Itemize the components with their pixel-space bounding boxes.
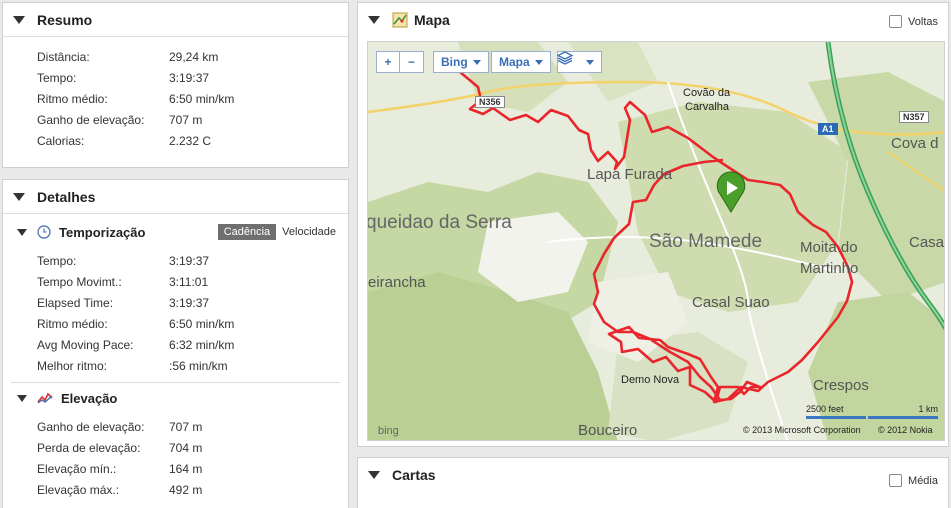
temporizacao-rows: Tempo: 3:19:37 Tempo Movimt.: 3:11:01 Elap… (3, 247, 348, 376)
collapse-triangle-icon[interactable] (13, 192, 25, 201)
temporizacao-title: Temporização (59, 224, 146, 240)
place-casa: Casa (909, 234, 945, 251)
stat-row: Ritmo médio: 6:50 min/km (37, 316, 235, 331)
layers-dropdown[interactable] (557, 51, 602, 73)
resumo-rows: Distância: 29,24 km Tempo: 3:19:37 Ritmo m… (3, 37, 348, 151)
map-type-label: Mapa (499, 55, 530, 69)
place-bouceiro: Bouceiro (578, 422, 638, 439)
elevation-chart-icon (37, 391, 53, 405)
map-type-dropdown[interactable]: Mapa (491, 51, 551, 73)
resumo-header[interactable]: Resumo (3, 3, 348, 37)
elevacao-rows: Ganho de elevação: 707 m Perda de elevaçã… (3, 413, 348, 500)
cartas-panel: Cartas Média (357, 457, 949, 508)
temporizacao-header[interactable]: Temporização Cadência Velocidade (3, 217, 348, 247)
stat-row: Tempo: 3:19:37 (37, 70, 210, 85)
cartas-title: Cartas (392, 467, 436, 483)
elevacao-title: Elevação (61, 390, 118, 406)
place-martinho: Martinho (800, 260, 859, 277)
media-label: Média (908, 474, 938, 487)
stat-row: Avg Moving Pace: 6:32 min/km (37, 337, 235, 352)
mapa-header[interactable]: Mapa Voltas (358, 3, 948, 37)
zoom-out-button[interactable]: − (400, 51, 424, 73)
detalhes-panel: Detalhes Temporização Cadência Velocidad… (2, 179, 349, 508)
collapse-triangle-icon[interactable] (17, 394, 27, 402)
cartas-header[interactable]: Cartas Média (358, 458, 948, 492)
bing-provider-dropdown[interactable]: Bing (433, 51, 489, 73)
resumo-panel: Resumo Distância: 29,24 km Tempo: 3:19:37 … (2, 2, 349, 168)
stat-row: Elapsed Time: 3:19:37 (37, 295, 210, 310)
collapse-triangle-icon[interactable] (17, 228, 27, 236)
collapse-triangle-icon[interactable] (13, 15, 25, 24)
stat-row: Perda de elevação: 704 m (37, 440, 203, 455)
road-label-a1: A1 (818, 123, 838, 135)
stat-row: Tempo Movimt.: 3:11:01 (37, 274, 209, 289)
scale-bar (806, 416, 866, 419)
stat-row: Ganho de elevação: 707 m (37, 112, 203, 127)
bing-logo: bing (378, 425, 399, 437)
place-sao-mamede: São Mamede (649, 231, 763, 252)
copyright-microsoft: © 2013 Microsoft Corporation (743, 425, 861, 435)
chevron-down-icon (534, 59, 543, 65)
place-crespos: Crespos (813, 377, 869, 394)
place-covao: Covão da (683, 87, 731, 99)
tab-velocidade[interactable]: Velocidade (276, 224, 342, 240)
detalhes-header[interactable]: Detalhes (3, 180, 348, 214)
collapse-triangle-icon[interactable] (368, 471, 380, 479)
voltas-label: Voltas (908, 15, 938, 28)
pace-tabs: Cadência Velocidade (217, 224, 342, 240)
scale-feet: 2500 feet (806, 404, 866, 419)
place-carvalha: Carvalha (685, 101, 730, 113)
layers-icon (557, 51, 581, 69)
scale-km: 1 km (868, 404, 938, 419)
place-eirancha: eirancha (368, 274, 426, 291)
zoom-in-button[interactable]: + (376, 51, 400, 73)
stat-row: Tempo: 3:19:37 (37, 253, 210, 268)
stat-row: Elevação máx.: 492 m (37, 482, 203, 497)
collapse-triangle-icon[interactable] (368, 16, 380, 24)
chevron-down-icon (586, 59, 594, 65)
media-checkbox[interactable] (889, 474, 903, 487)
elevacao-header[interactable]: Elevação (3, 383, 348, 413)
place-moita: Moita do (800, 239, 858, 256)
mapa-panel: Mapa Voltas + − Bing Mapa N356 N357 A1 C… (357, 2, 949, 447)
place-cova: Cova d (891, 135, 939, 152)
road-label-n357: N357 (899, 111, 929, 123)
resumo-title: Resumo (37, 11, 93, 28)
chevron-down-icon (472, 59, 481, 65)
stat-row: Elevação mín.: 164 m (37, 461, 203, 476)
road-label-n356: N356 (475, 96, 505, 108)
stat-row: Ganho de elevação: 707 m (37, 419, 203, 434)
detalhes-title: Detalhes (37, 188, 96, 205)
mapa-title: Mapa (414, 12, 450, 28)
place-lapa-furada: Lapa Furada (587, 166, 673, 183)
copyright-nokia: © 2012 Nokia (878, 425, 933, 435)
clock-icon (37, 225, 51, 239)
stat-row: Ritmo médio: 6:50 min/km (37, 91, 235, 106)
map-icon (392, 12, 408, 28)
stat-row: Calorias: 2.232 C (37, 133, 212, 148)
zoom-controls: + − (376, 51, 424, 73)
map-view[interactable]: + − Bing Mapa N356 N357 A1 Covão da Carv… (367, 41, 945, 441)
place-casal-suao: Casal Suao (692, 294, 770, 311)
voltas-checkbox[interactable] (889, 15, 903, 28)
scale-bar (868, 416, 938, 419)
provider-label: Bing (441, 55, 468, 69)
voltas-toggle[interactable]: Voltas (889, 15, 938, 28)
stat-row: Distância: 29,24 km (37, 49, 219, 64)
place-queidao: queidao da Serra (367, 212, 512, 233)
tab-cadencia[interactable]: Cadência (217, 224, 277, 240)
place-demo-nova: Demo Nova (621, 374, 680, 386)
stat-row: Melhor ritmo::56 min/km (37, 358, 228, 373)
media-toggle[interactable]: Média (889, 474, 938, 487)
